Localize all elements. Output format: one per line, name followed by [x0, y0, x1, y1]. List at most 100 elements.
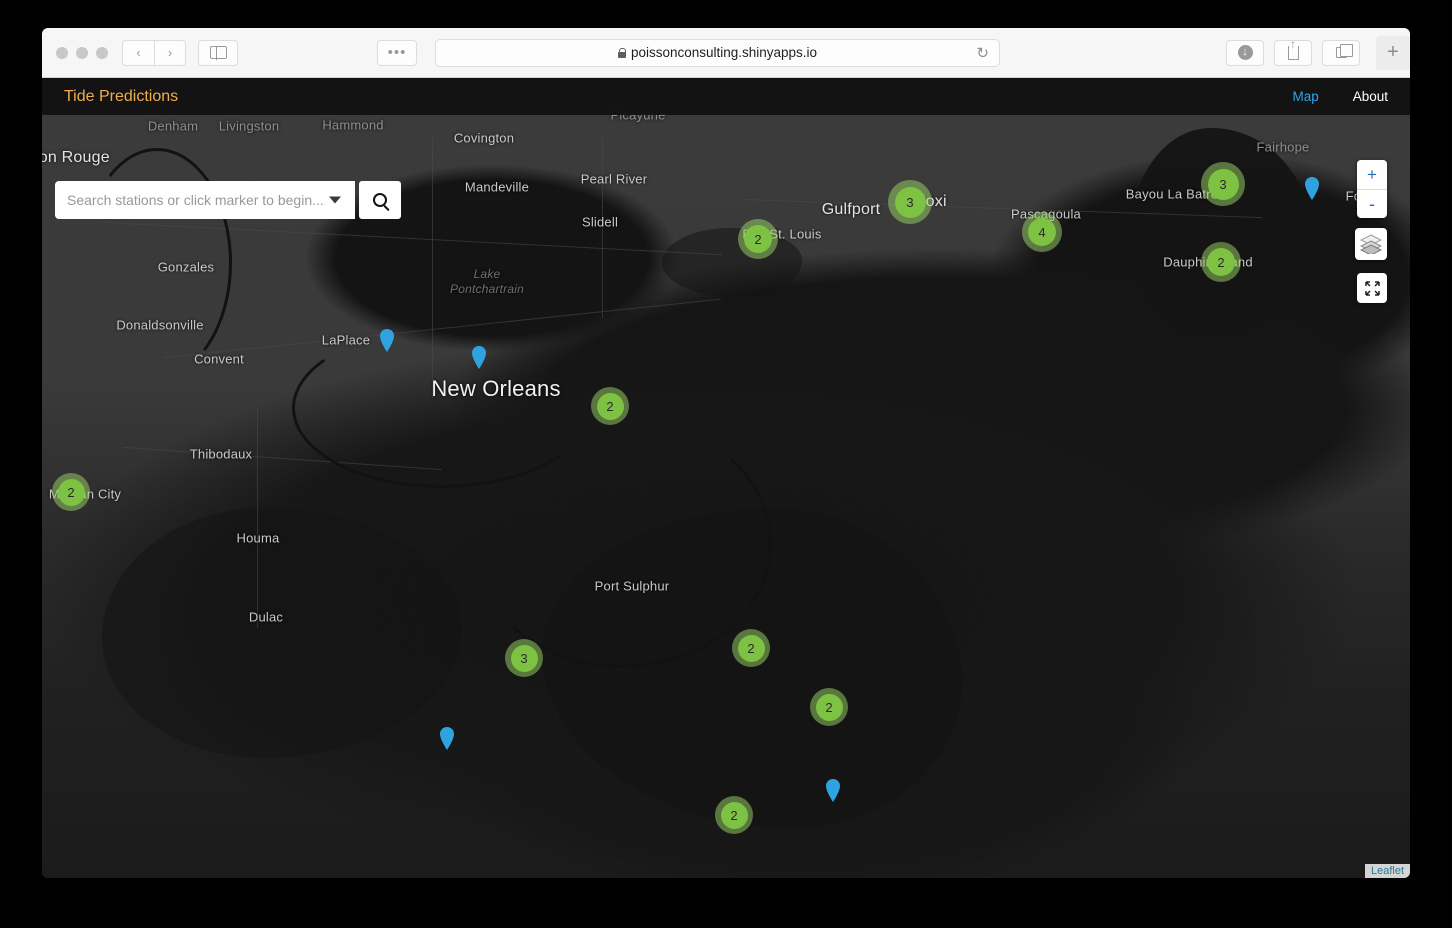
- map-layers-button[interactable]: [1355, 228, 1387, 260]
- map-cluster-count: 2: [737, 634, 765, 662]
- address-bar[interactable]: poissonconsulting.shinyapps.io ↻: [435, 38, 1000, 67]
- nav-tab-about[interactable]: About: [1353, 89, 1388, 104]
- map-fullscreen-button[interactable]: [1357, 273, 1387, 303]
- map-station-pin[interactable]: [471, 345, 487, 369]
- map-cluster-marker[interactable]: 2: [1201, 242, 1241, 282]
- map-city-label: Pearl River: [580, 171, 648, 187]
- map-pin-icon: [472, 346, 486, 369]
- map-city-label: Houma: [236, 530, 280, 546]
- new-tab-button[interactable]: +: [1376, 35, 1410, 70]
- sidebar-icon: [209, 45, 227, 60]
- map-station-pin[interactable]: [825, 778, 841, 802]
- map-city-label: Livingston: [218, 118, 280, 134]
- map-city-label: Gonzales: [157, 259, 215, 275]
- map-pin-icon: [1305, 177, 1319, 200]
- map-cluster-marker[interactable]: 2: [738, 219, 778, 259]
- back-button[interactable]: ‹: [122, 39, 154, 66]
- map-station-pin[interactable]: [439, 726, 455, 750]
- map-cluster-marker[interactable]: 2: [715, 796, 753, 834]
- reload-button[interactable]: ↻: [976, 44, 989, 62]
- lock-icon: [617, 47, 627, 58]
- map-cluster-marker[interactable]: 2: [810, 688, 848, 726]
- map-cluster-count: 3: [894, 186, 926, 218]
- map-cluster-marker[interactable]: 3: [888, 180, 932, 224]
- close-window-button[interactable]: [56, 46, 68, 59]
- app-title: Tide Predictions: [64, 87, 179, 105]
- maximize-window-button[interactable]: [96, 46, 108, 59]
- map-pin-icon: [380, 329, 394, 352]
- navigation-buttons: ‹ ›: [122, 39, 186, 66]
- map-city-label: Baton Rouge: [42, 149, 110, 166]
- sidebar-toggle-button[interactable]: [198, 39, 238, 66]
- map-city-label: Pontchartrain: [450, 282, 524, 296]
- toolbar-right-buttons: +: [1226, 35, 1410, 70]
- address-text: poissonconsulting.shinyapps.io: [617, 45, 818, 60]
- share-icon: [1287, 37, 1299, 60]
- map-cluster-marker[interactable]: 2: [732, 629, 770, 667]
- map-cluster-marker[interactable]: 2: [52, 473, 90, 511]
- station-search-placeholder: Search stations or click marker to begin…: [67, 192, 324, 208]
- app-header: Tide Predictions Map About: [42, 78, 1410, 115]
- download-icon: [1237, 45, 1253, 60]
- minimize-window-button[interactable]: [76, 46, 88, 59]
- zoom-in-button[interactable]: +: [1357, 160, 1387, 189]
- map-city-label: LaPlace: [321, 332, 371, 348]
- downloads-button[interactable]: [1226, 39, 1264, 66]
- map-cluster-count: 3: [1207, 168, 1239, 200]
- share-button[interactable]: [1274, 37, 1312, 66]
- map-city-label: Hammond: [322, 117, 384, 133]
- map-cluster-marker[interactable]: 4: [1022, 212, 1062, 252]
- map-attribution: Leaflet: [1364, 864, 1410, 878]
- station-search-control: Search stations or click marker to begin…: [55, 181, 401, 219]
- show-tabs-button[interactable]: [1322, 39, 1360, 66]
- map-station-pin[interactable]: [379, 328, 395, 352]
- station-search-input[interactable]: Search stations or click marker to begin…: [55, 181, 355, 219]
- map-city-label: Port Sulphur: [594, 578, 670, 594]
- search-icon: [373, 193, 387, 207]
- browser-toolbar: ‹ › ••• poissonconsulting.shinyapps.io ↻: [42, 28, 1410, 78]
- map-cluster-count: 2: [815, 693, 843, 721]
- page-viewport: Baton RougeDenhamLivingstonHammondPicayu…: [42, 78, 1410, 878]
- map-city-label: Denham: [147, 118, 199, 134]
- map-cluster-marker[interactable]: 3: [1201, 162, 1245, 206]
- map-city-label: New Orleans: [431, 376, 561, 401]
- map-cluster-count: 2: [744, 225, 772, 253]
- app-nav: Map About: [1292, 89, 1388, 104]
- map-city-label: Fairhope: [1256, 139, 1310, 155]
- chevron-down-icon[interactable]: [329, 196, 341, 204]
- zoom-out-button[interactable]: -: [1357, 189, 1387, 218]
- forward-button[interactable]: ›: [154, 39, 186, 66]
- map-cluster-count: 2: [596, 392, 624, 420]
- map-city-label: Donaldsonville: [116, 317, 204, 333]
- leaflet-link[interactable]: Leaflet: [1371, 865, 1404, 877]
- more-button[interactable]: •••: [377, 39, 417, 66]
- map-cluster-count: 4: [1028, 218, 1056, 246]
- layers-icon: [1360, 234, 1382, 254]
- map-city-label: Dulac: [248, 609, 284, 625]
- browser-window: ‹ › ••• poissonconsulting.shinyapps.io ↻: [42, 28, 1410, 878]
- map-zoom-control: + -: [1357, 160, 1387, 218]
- tabs-icon: [1335, 43, 1353, 58]
- map-city-label: Lake: [473, 267, 501, 281]
- map-city-label: Thibodaux: [189, 446, 253, 462]
- map-city-label: Mandeville: [464, 179, 530, 195]
- fullscreen-icon: [1364, 280, 1380, 296]
- map-pin-icon: [440, 727, 454, 750]
- address-url: poissonconsulting.shinyapps.io: [630, 45, 818, 60]
- map-cluster-count: 2: [57, 478, 85, 506]
- river-line: [472, 418, 772, 668]
- map-cluster-count: 2: [1207, 248, 1235, 276]
- map-cluster-count: 3: [510, 644, 538, 672]
- map-station-pin[interactable]: [1304, 176, 1320, 200]
- map-city-label: Convent: [194, 351, 244, 367]
- map-city-label: Gulfport: [821, 201, 881, 218]
- map-city-label: Slidell: [581, 214, 619, 230]
- map-cluster-marker[interactable]: 2: [591, 387, 629, 425]
- search-submit-button[interactable]: [359, 181, 401, 219]
- map-cluster-count: 2: [720, 801, 748, 829]
- nav-tab-map[interactable]: Map: [1292, 89, 1318, 104]
- map-cluster-marker[interactable]: 3: [505, 639, 543, 677]
- map-pin-icon: [826, 779, 840, 802]
- map-city-label: Covington: [453, 130, 515, 146]
- window-traffic-lights: [56, 46, 108, 59]
